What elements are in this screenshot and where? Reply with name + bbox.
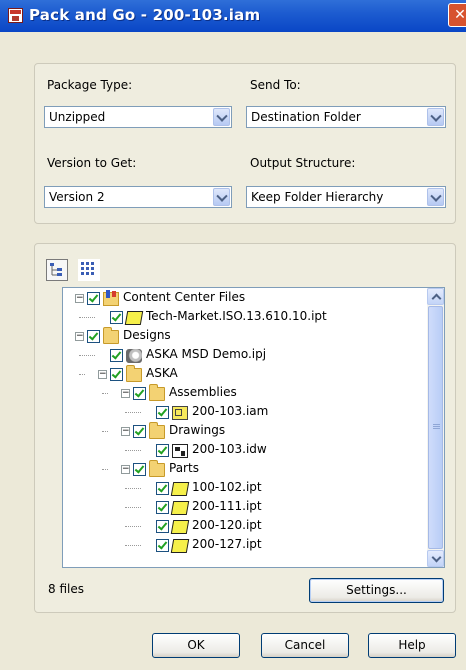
include-checkbox[interactable] [156,444,169,457]
part-icon [170,520,190,534]
tree-item-label: Assemblies [169,385,237,399]
part-icon [170,501,190,515]
tree-item-label: 200-111.ipt [192,499,262,513]
folder-icon [149,422,165,439]
tree-item-label: 100-102.ipt [192,480,262,494]
tree-item[interactable]: 200-120.ipt [63,517,427,535]
output-structure-select[interactable]: Keep Folder Hierarchy [246,186,446,208]
tree-item[interactable]: − Designs [63,327,427,345]
package-type-label: Package Type: [47,78,133,92]
settings-button[interactable]: Settings... [309,578,444,603]
collapse-toggle[interactable]: − [121,465,130,474]
tree-view-button[interactable] [46,259,68,281]
list-view-button[interactable] [78,259,100,281]
package-type-select[interactable]: Unzipped [44,106,232,128]
part-icon [124,311,144,325]
chevron-down-icon[interactable] [427,108,444,126]
tree-item-label: Tech-Market.ISO.13.610.10.ipt [146,309,327,323]
pack-and-go-dialog: Pack and Go - 200-103.iam ✕ Package Type… [0,0,466,670]
send-to-select[interactable]: Destination Folder [246,106,446,128]
include-checkbox[interactable] [87,292,100,305]
send-to-label: Send To: [250,78,301,92]
include-checkbox[interactable] [156,501,169,514]
include-checkbox[interactable] [87,330,100,343]
version-value: Version 2 [49,190,105,204]
window-title: Pack and Go - 200-103.iam [29,6,261,24]
tree-item[interactable]: − Assemblies [63,384,427,402]
close-button[interactable]: ✕ [448,3,466,27]
folder-icon [149,460,165,477]
tree-item[interactable]: Tech-Market.ISO.13.610.10.ipt [63,308,427,326]
tree-item-label: ASKA [146,366,178,380]
include-checkbox[interactable] [133,463,146,476]
tree-item[interactable]: 100-102.ipt [63,479,427,497]
chevron-down-icon[interactable] [213,108,230,126]
part-icon [170,539,190,553]
tree-item-label: 200-103.iam [192,404,269,418]
tree-item[interactable]: − Drawings [63,422,427,440]
file-count: 8 files [48,582,84,596]
collapse-toggle[interactable]: − [75,294,84,303]
output-structure-value: Keep Folder Hierarchy [251,190,384,204]
package-type-value: Unzipped [49,110,106,124]
include-checkbox[interactable] [156,406,169,419]
include-checkbox[interactable] [156,520,169,533]
chevron-down-icon[interactable] [427,188,444,206]
tree-item[interactable]: 200-103.iam [63,403,427,421]
tree-item[interactable]: − Content Center Files [63,289,427,307]
part-icon [170,482,190,496]
include-checkbox[interactable] [133,387,146,400]
tree-item-label: Content Center Files [123,290,246,304]
collapse-toggle[interactable]: − [75,332,84,341]
version-select[interactable]: Version 2 [44,186,232,208]
project-icon [126,349,142,363]
help-button[interactable]: Help [368,633,456,658]
tree-item[interactable]: − Parts [63,460,427,478]
content-center-icon [103,290,119,306]
include-checkbox[interactable] [156,539,169,552]
tree-item[interactable]: ASKA MSD Demo.ipj [63,346,427,364]
tree-item[interactable]: − ASKA [63,365,427,383]
tree-item-label: Designs [123,328,171,342]
title-bar[interactable]: Pack and Go - 200-103.iam ✕ [0,0,466,32]
folder-icon [149,384,165,401]
tree-item-label: ASKA MSD Demo.ipj [146,347,267,361]
tree-item[interactable]: 200-111.ipt [63,498,427,516]
include-checkbox[interactable] [110,311,123,324]
tree-view-icon [50,263,62,276]
app-icon [8,8,23,23]
assembly-icon [172,406,188,420]
scroll-down-button[interactable] [427,550,444,567]
tree-item[interactable]: 200-103.idw [63,441,427,459]
collapse-toggle[interactable]: − [98,370,107,379]
tree-item-label: Drawings [169,423,226,437]
collapse-toggle[interactable]: − [121,389,130,398]
tree-item-label: 200-103.idw [192,442,267,456]
ok-button[interactable]: OK [152,633,240,658]
vertical-scrollbar[interactable] [427,288,444,567]
scroll-thumb[interactable] [428,306,443,549]
chevron-down-icon[interactable] [213,188,230,206]
include-checkbox[interactable] [156,482,169,495]
version-label: Version to Get: [47,156,137,170]
tree-item-label: 200-120.ipt [192,518,262,532]
file-tree[interactable]: − Content Center Files Tech-Market.ISO.13.… [62,287,445,568]
include-checkbox[interactable] [110,349,123,362]
tree-item[interactable]: 200-127.ipt [63,536,427,554]
scroll-up-button[interactable] [427,288,444,305]
folder-icon [103,327,119,344]
include-checkbox[interactable] [110,368,123,381]
tree-item-label: 200-127.ipt [192,537,262,551]
folder-icon [126,365,142,382]
output-structure-label: Output Structure: [250,156,356,170]
cancel-button[interactable]: Cancel [261,633,349,658]
send-to-value: Destination Folder [251,110,361,124]
include-checkbox[interactable] [133,425,146,438]
collapse-toggle[interactable]: − [121,427,130,436]
tree-item-label: Parts [169,461,199,475]
list-view-icon [81,262,94,275]
drawing-icon [172,444,188,458]
